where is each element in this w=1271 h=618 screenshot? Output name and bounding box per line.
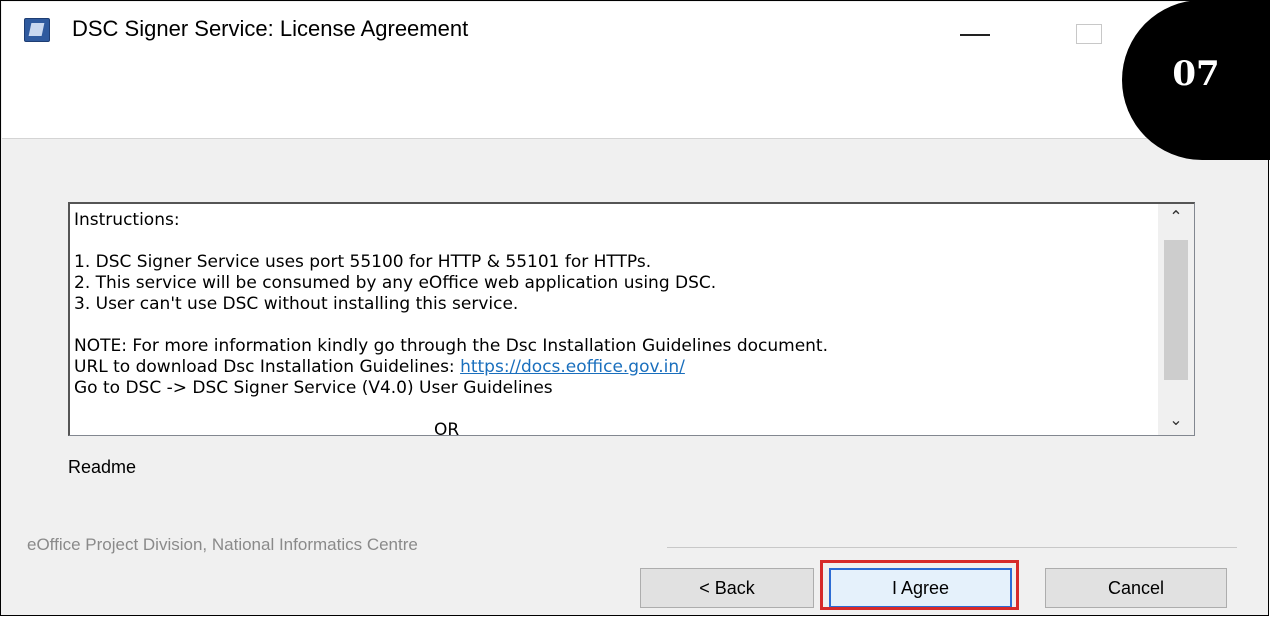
- readme-label: Readme: [68, 457, 137, 477]
- instruction-line-2: 2. This service will be consumed by any …: [74, 273, 717, 293]
- window-header: DSC Signer Service: License Agreement: [2, 2, 1267, 139]
- back-button[interactable]: < Back: [640, 568, 814, 608]
- step-badge: 07: [1122, 0, 1270, 160]
- url-line: URL to download Dsc Installation Guideli…: [74, 357, 1154, 378]
- license-text: Instructions: 1. DSC Signer Service uses…: [74, 210, 1154, 436]
- cancel-button[interactable]: Cancel: [1045, 568, 1227, 608]
- scroll-thumb[interactable]: [1164, 240, 1188, 380]
- note-line: NOTE: For more information kindly go thr…: [74, 336, 828, 356]
- chevron-up-icon[interactable]: ⌃: [1158, 204, 1194, 232]
- instruction-line-3: 3. User can't use DSC without installing…: [74, 294, 519, 314]
- step-number: 07: [1172, 54, 1220, 94]
- license-textbox[interactable]: Instructions: 1. DSC Signer Service uses…: [68, 202, 1195, 436]
- instruction-line-1: 1. DSC Signer Service uses port 55100 fo…: [74, 252, 652, 272]
- minimize-icon[interactable]: [960, 34, 990, 36]
- chevron-down-icon[interactable]: ⌄: [1158, 407, 1194, 435]
- agree-highlight-box: [820, 560, 1019, 610]
- installer-icon: [24, 18, 50, 42]
- guidelines-link[interactable]: https://docs.eoffice.gov.in/: [460, 357, 685, 377]
- goto-line: Go to DSC -> DSC Signer Service (V4.0) U…: [74, 378, 553, 398]
- footer-branding: eOffice Project Division, National Infor…: [27, 535, 418, 554]
- footer-divider: [667, 547, 1237, 548]
- or-line: OR: [434, 420, 460, 436]
- url-prefix: URL to download Dsc Installation Guideli…: [74, 357, 461, 377]
- window-title: DSC Signer Service: License Agreement: [72, 16, 469, 41]
- installer-window: DSC Signer Service: License Agreement In…: [0, 0, 1269, 616]
- maximize-icon[interactable]: [1076, 24, 1102, 44]
- vertical-scrollbar[interactable]: ⌃ ⌄: [1158, 204, 1194, 435]
- instructions-heading: Instructions:: [74, 210, 180, 230]
